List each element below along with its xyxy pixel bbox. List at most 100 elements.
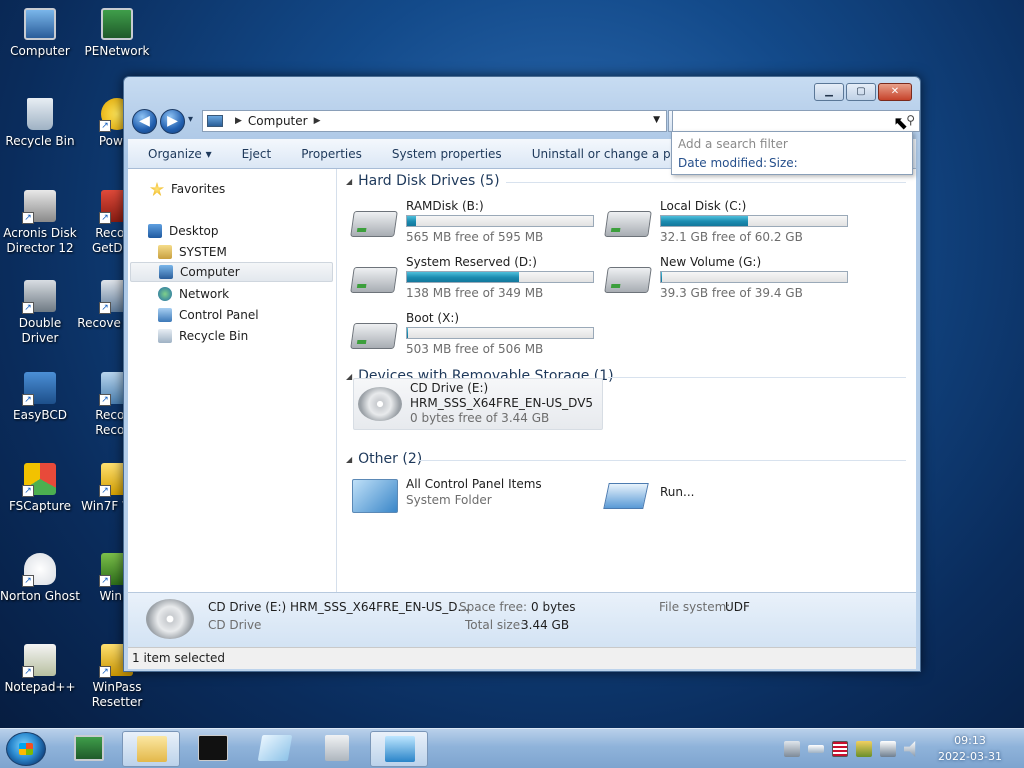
drive-usage-fill xyxy=(407,216,417,226)
desktop-icon-penetwork[interactable]: PENetwork xyxy=(77,8,157,59)
clock-time: 09:13 xyxy=(954,734,986,747)
star-icon xyxy=(150,182,164,196)
caption-buttons: ▁ ▢ ✕ xyxy=(814,83,912,101)
forward-button[interactable]: ▶ xyxy=(160,109,185,134)
display-icon[interactable] xyxy=(880,741,896,757)
drive-boot-x[interactable]: Boot (X:) 503 MB free of 506 MB xyxy=(350,311,602,361)
nav-item-control-panel[interactable]: Control Panel xyxy=(158,305,259,325)
desktop-icon-acronis[interactable]: ↗ Acronis Disk Director 12 xyxy=(0,190,80,256)
ghost-icon: ↗ xyxy=(22,553,56,587)
nav-item-computer[interactable]: Computer xyxy=(130,262,333,282)
notepad-icon xyxy=(257,735,293,761)
desktop-icon-double-driver[interactable]: ↗ Double Driver xyxy=(0,280,80,346)
drive-ramdisk-b[interactable]: RAMDisk (B:) 565 MB free of 595 MB xyxy=(350,199,602,249)
drive-system-reserved-d[interactable]: System Reserved (D:) 138 MB free of 349 … xyxy=(350,255,602,305)
drive-local-disk-c[interactable]: Local Disk (C:) 32.1 GB free of 60.2 GB xyxy=(604,199,856,249)
shortcut-arrow-icon: ↗ xyxy=(99,212,111,224)
details-label: Total size: xyxy=(465,618,525,632)
shortcut-arrow-icon: ↗ xyxy=(22,575,34,587)
drive-cd-e[interactable]: CD Drive (E:) HRM_SSS_X64FRE_EN-US_DV5 0… xyxy=(353,378,603,430)
desktop-icon-fscapture[interactable]: ↗ FSCapture xyxy=(0,463,80,514)
details-label: Space free: xyxy=(459,600,528,614)
drive-free-space: 39.3 GB free of 39.4 GB xyxy=(660,286,803,300)
security-icon[interactable] xyxy=(856,741,872,757)
shortcut-arrow-icon: ↗ xyxy=(99,394,111,406)
desktop-icon-notepadpp[interactable]: ↗ Notepad++ xyxy=(0,644,80,695)
desktop-icon-easybcd[interactable]: ↗ EasyBCD xyxy=(0,372,80,423)
nav-item-label: Computer xyxy=(180,265,240,279)
installer-icon xyxy=(385,736,415,762)
item-all-control-panel[interactable]: All Control Panel Items System Folder xyxy=(352,477,602,517)
start-button[interactable] xyxy=(6,732,46,766)
fscapture-icon: ↗ xyxy=(22,463,56,497)
nav-item-network[interactable]: Network xyxy=(158,284,229,304)
nav-item-favorites[interactable]: Favorites xyxy=(150,179,225,199)
desktop-icon-recycle-bin[interactable]: Recycle Bin xyxy=(0,98,80,149)
drive-name: New Volume (G:) xyxy=(660,255,762,269)
item-run[interactable]: Run... xyxy=(603,477,856,517)
group-title: Hard Disk Drives (5) xyxy=(358,173,500,189)
filter-date-modified[interactable]: Date modified: xyxy=(678,156,767,170)
eject-button[interactable]: Eject xyxy=(227,147,287,161)
drive-usage-bar xyxy=(660,271,848,283)
nav-item-system[interactable]: SYSTEM xyxy=(158,242,227,262)
nav-item-desktop[interactable]: Desktop xyxy=(148,221,219,241)
computer-icon xyxy=(24,8,56,40)
group-header-other[interactable]: Other (2) xyxy=(346,451,906,467)
shortcut-arrow-icon: ↗ xyxy=(22,666,34,678)
desktop-icon-label: EasyBCD xyxy=(13,408,67,422)
close-button[interactable]: ✕ xyxy=(878,83,912,101)
taskbar-calculator[interactable] xyxy=(308,731,366,767)
status-bar: 1 item selected xyxy=(128,647,916,669)
search-filter-hint: Add a search filter xyxy=(678,137,788,151)
shortcut-arrow-icon: ↗ xyxy=(22,302,34,314)
desktop-icon-norton-ghost[interactable]: ↗ Norton Ghost xyxy=(0,553,80,604)
usb-icon[interactable] xyxy=(808,745,824,753)
drive-usage-fill xyxy=(661,216,749,226)
double-driver-icon: ↗ xyxy=(22,280,56,314)
item-title: Run... xyxy=(660,485,695,499)
nav-item-label: Recycle Bin xyxy=(179,329,249,343)
taskbar-notepad[interactable] xyxy=(246,731,304,767)
details-space-free: 0 bytes xyxy=(531,600,576,614)
details-pane: CD Drive (E:) HRM_SSS_X64FRE_EN-US_D... … xyxy=(128,592,916,647)
desktop-icon-label: Notepad++ xyxy=(4,680,76,694)
drive-free-space: 0 bytes free of 3.44 GB xyxy=(410,411,550,425)
desktop-icon-computer[interactable]: Computer xyxy=(0,8,80,59)
hard-drive-icon xyxy=(604,267,652,293)
maximize-button[interactable]: ▢ xyxy=(846,83,876,101)
volume-icon[interactable] xyxy=(904,741,916,757)
organize-button[interactable]: Organize ▾ xyxy=(128,147,227,161)
drive-usage-fill xyxy=(407,328,409,338)
search-input[interactable]: ⚲ xyxy=(672,110,920,132)
group-divider xyxy=(418,460,906,461)
taskbar-clock[interactable]: 09:13 2022-03-31 xyxy=(928,733,1012,765)
drive-new-volume-g[interactable]: New Volume (G:) 39.3 GB free of 39.4 GB xyxy=(604,255,856,305)
recent-pages-dropdown[interactable]: ▾ xyxy=(188,114,193,125)
drive-usage-bar xyxy=(406,271,594,283)
language-flag-icon[interactable] xyxy=(832,741,848,757)
hard-drive-icon xyxy=(350,323,398,349)
filter-size[interactable]: Size: xyxy=(769,156,798,170)
breadcrumb-computer[interactable]: Computer xyxy=(248,114,308,128)
address-dropdown-icon[interactable]: ▼ xyxy=(653,115,660,125)
drive-name: CD Drive (E:) xyxy=(410,381,489,395)
calculator-icon xyxy=(325,735,349,761)
nav-item-recycle-bin[interactable]: Recycle Bin xyxy=(158,326,248,346)
address-bar[interactable]: ▶ Computer ▶ ▼ xyxy=(202,110,667,132)
taskbar-explorer[interactable] xyxy=(122,731,180,767)
system-properties-button[interactable]: System properties xyxy=(377,147,517,161)
breadcrumb-separator-icon[interactable]: ▶ xyxy=(314,116,321,126)
taskbar-penetwork[interactable] xyxy=(60,731,118,767)
taskbar-command-prompt[interactable] xyxy=(184,731,242,767)
nav-item-label: Favorites xyxy=(171,182,226,196)
content-area: Favorites Desktop SYSTEM Computer Networ… xyxy=(128,169,916,592)
taskbar-installer[interactable] xyxy=(370,731,428,767)
back-button[interactable]: ◀ xyxy=(132,109,157,134)
details-file-system: UDF xyxy=(725,600,750,614)
shortcut-arrow-icon: ↗ xyxy=(99,575,111,587)
network-icon[interactable] xyxy=(784,741,800,757)
group-header-hard-disks[interactable]: Hard Disk Drives (5) xyxy=(346,173,906,189)
properties-button[interactable]: Properties xyxy=(286,147,377,161)
minimize-button[interactable]: ▁ xyxy=(814,83,844,101)
